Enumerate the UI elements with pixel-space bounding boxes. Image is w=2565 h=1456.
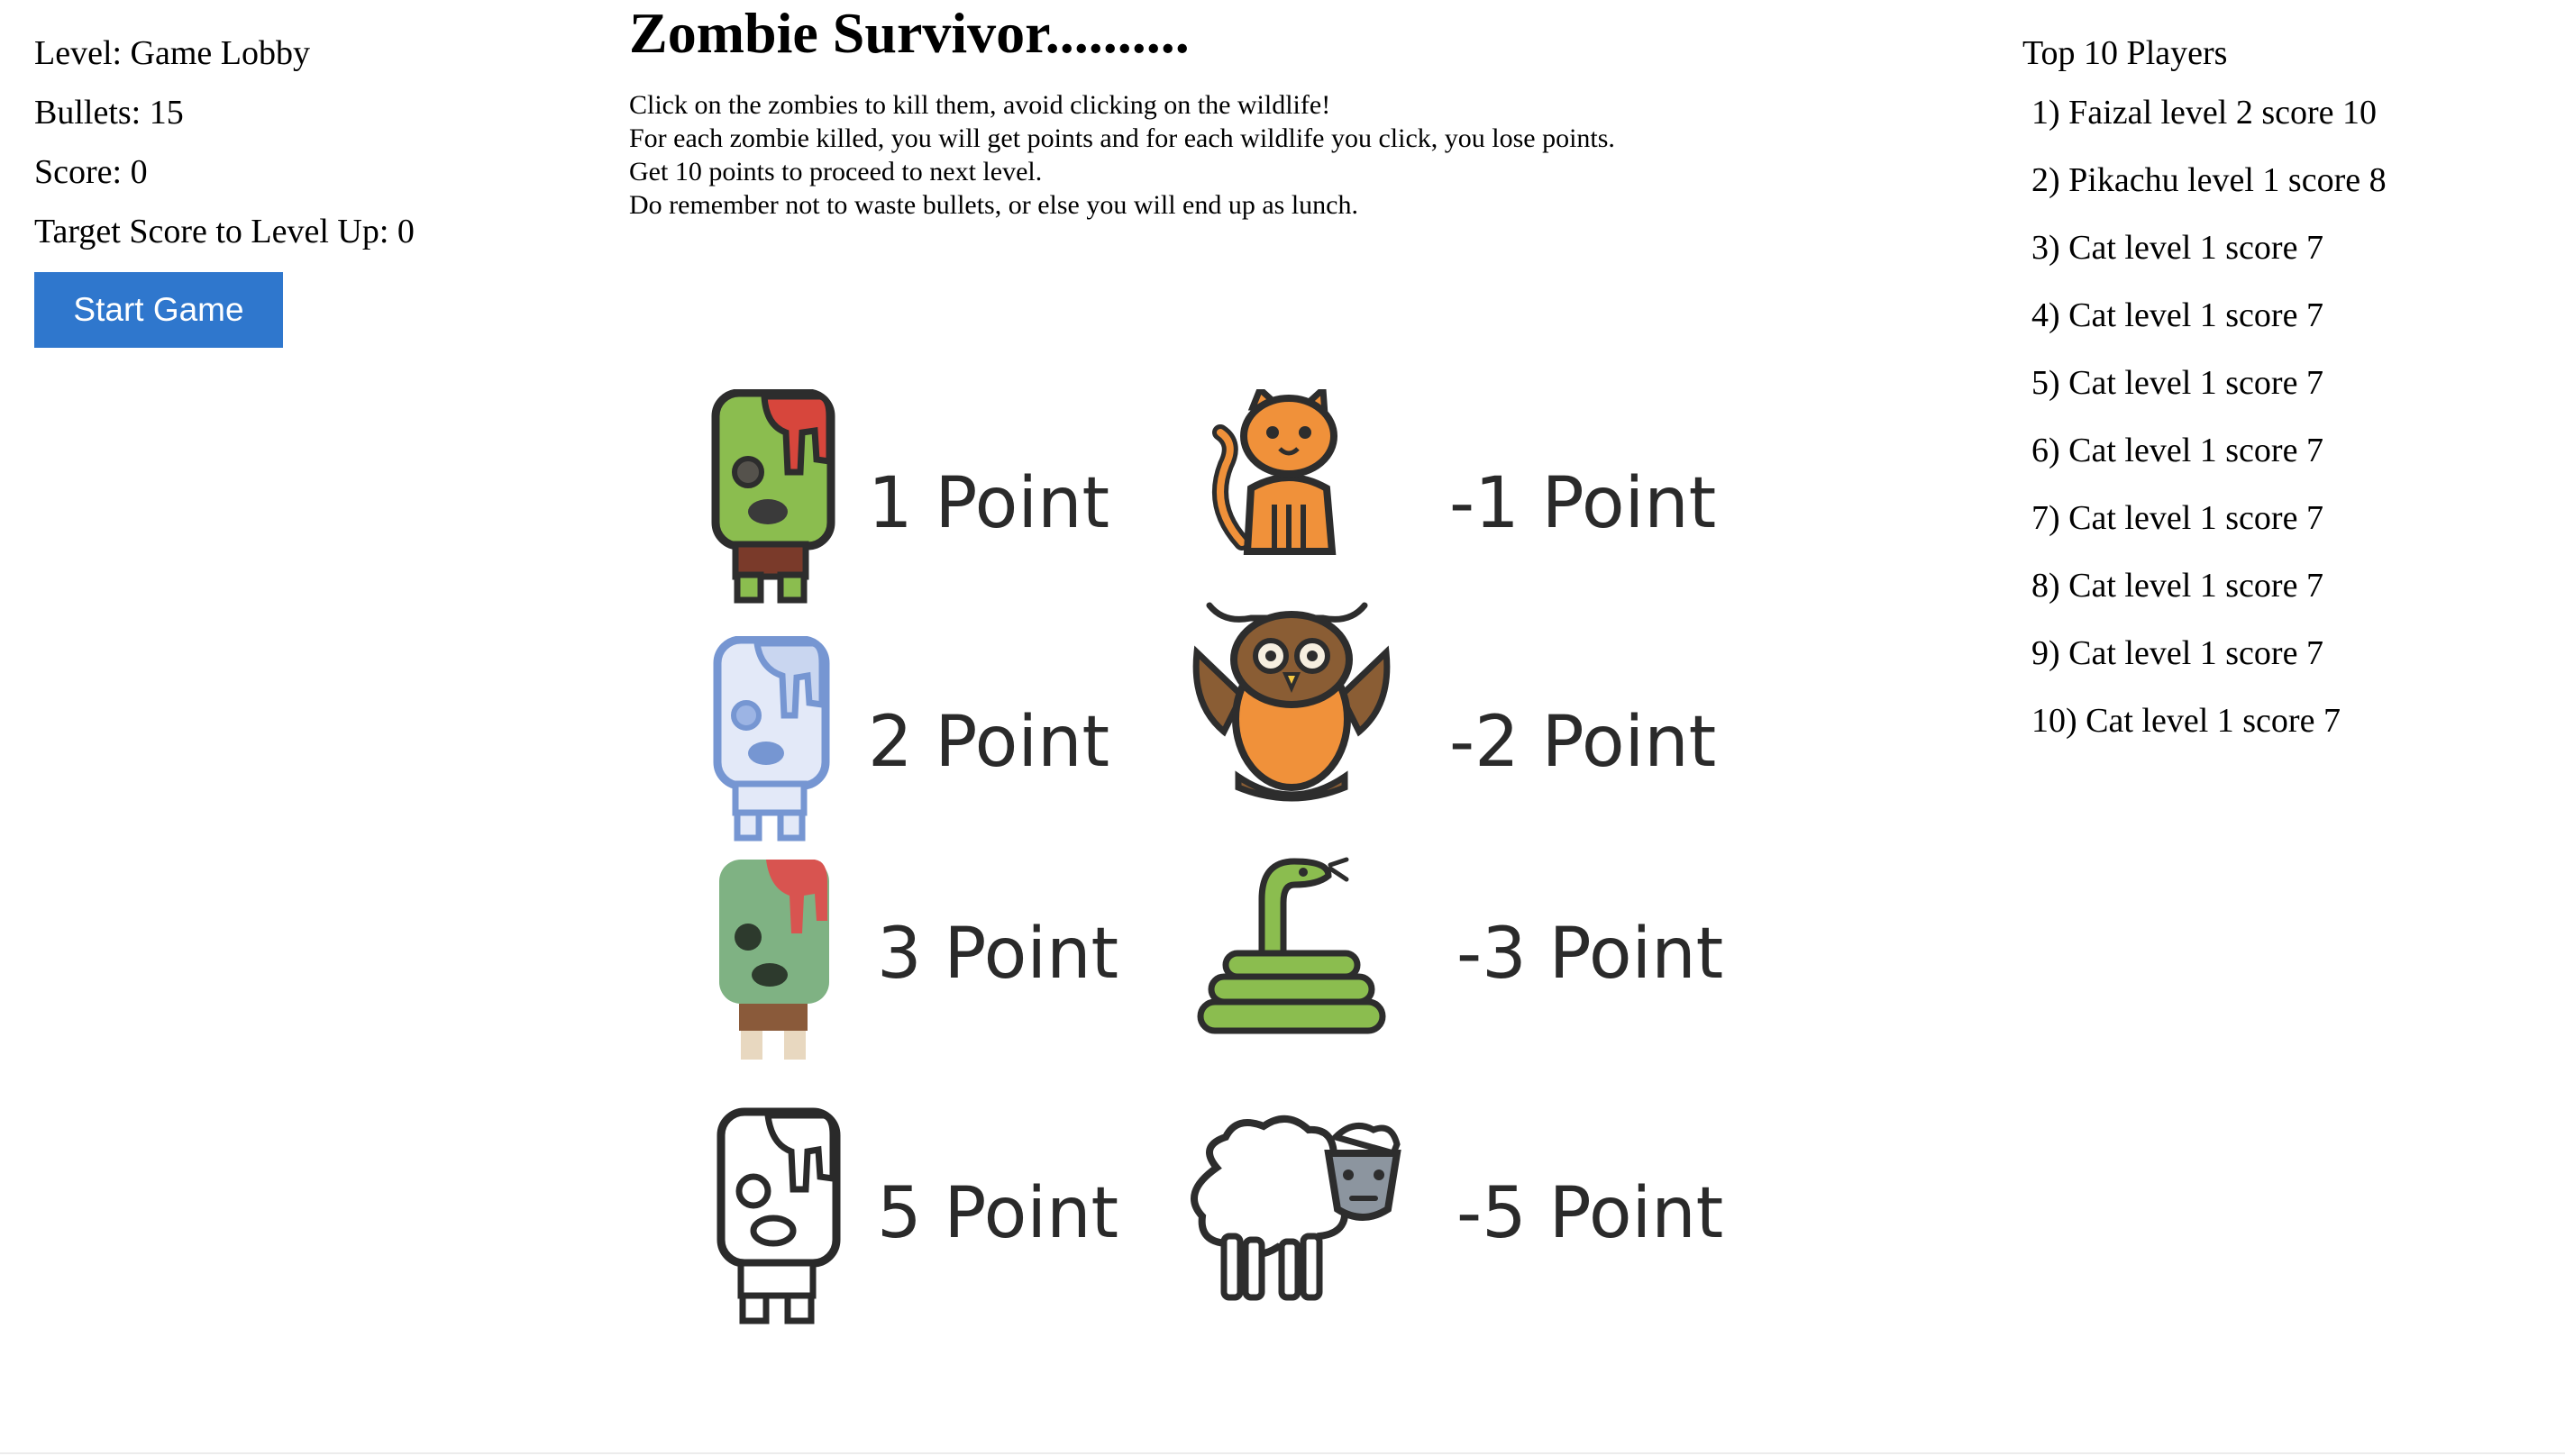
snake-icon	[1197, 857, 1386, 1034]
leaderboard-entry: 7) Cat level 1 score 7	[2031, 499, 2323, 537]
outline-zombie-icon	[717, 1107, 841, 1324]
wildlife-points-label: -1 Point	[1449, 463, 1717, 544]
score-label: Score: 0	[34, 153, 148, 191]
green-zombie-icon	[711, 389, 835, 604]
wildlife-points-label: -3 Point	[1456, 914, 1724, 995]
blue-zombie-icon	[713, 636, 830, 842]
zombie-points-label: 2 Point	[868, 702, 1110, 783]
leaderboard-entry: 10) Cat level 1 score 7	[2031, 702, 2341, 740]
leaderboard-entry: 3) Cat level 1 score 7	[2031, 229, 2323, 267]
leaderboard-entry: 5) Cat level 1 score 7	[2031, 364, 2323, 402]
target-score-label: Target Score to Level Up: 0	[34, 213, 415, 250]
wildlife-points-label: -5 Point	[1456, 1173, 1724, 1254]
owl-icon	[1192, 602, 1391, 802]
leaderboard: Top 10 Players 1) Faizal level 2 score 1…	[2022, 32, 2527, 768]
leaderboard-entry: 9) Cat level 1 score 7	[2031, 634, 2323, 672]
level-label: Level: Game Lobby	[34, 34, 311, 72]
faded-green-zombie-icon	[719, 860, 829, 1060]
status-panel: Level: Game Lobby Bullets: 15 Score: 0 T…	[34, 32, 575, 348]
game-area: Zombie Survivor.......... Click on the z…	[629, 0, 1801, 1324]
wildlife-points-label: -2 Point	[1449, 702, 1717, 783]
zombie-points-label: 5 Point	[877, 1173, 1119, 1254]
points-legend: 1 Point 2 Point 3 Point 5 Point -1 Point…	[629, 0, 1801, 1456]
sheep-icon	[1191, 1115, 1401, 1301]
leaderboard-entry: 2) Pikachu level 1 score 8	[2031, 161, 2387, 199]
leaderboard-entry: 8) Cat level 1 score 7	[2031, 567, 2323, 605]
cat-icon	[1212, 389, 1337, 555]
bottom-divider	[0, 1452, 2565, 1454]
zombie-points-label: 1 Point	[868, 463, 1110, 544]
leaderboard-entry: 1) Faizal level 2 score 10	[2031, 94, 2378, 132]
leaderboard-entry: 6) Cat level 1 score 7	[2031, 432, 2323, 469]
leaderboard-entry: 4) Cat level 1 score 7	[2031, 296, 2323, 334]
bullets-label: Bullets: 15	[34, 94, 184, 132]
leaderboard-title: Top 10 Players	[2022, 34, 2228, 72]
zombie-points-label: 3 Point	[877, 914, 1119, 995]
start-game-button[interactable]: Start Game	[34, 272, 283, 348]
